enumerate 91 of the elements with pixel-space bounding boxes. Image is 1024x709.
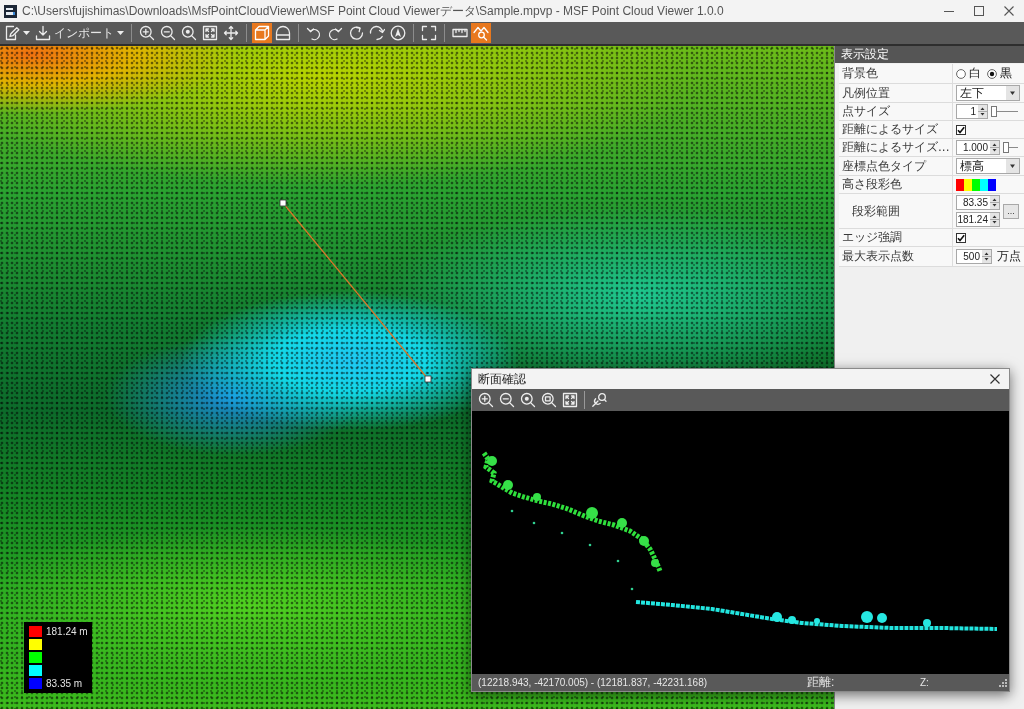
pan-button[interactable]	[221, 23, 241, 43]
zoom-button[interactable]	[179, 23, 199, 43]
zoom-out-button[interactable]	[158, 23, 178, 43]
dome-icon	[275, 25, 291, 41]
box-view-button[interactable]	[252, 23, 272, 43]
spin-arrows-icon[interactable]	[990, 213, 999, 226]
download-icon	[35, 25, 51, 41]
range-button[interactable]: ...	[1003, 203, 1019, 219]
property-label: 段彩範囲	[839, 194, 953, 229]
window-title: C:\Users\fujishimas\Downloads\MsfPointCloudViewer\MSF Point Cloud Viewerデータ\Sample.mpvp - MSF Point Cloud Viewer 1.0.0	[22, 2, 725, 20]
legend-label: 83.35 m	[46, 678, 83, 689]
property-label: 座標点色タイプ	[839, 157, 953, 176]
property-label: 距離によるサイズ	[839, 121, 953, 139]
slider-thumb[interactable]	[1003, 142, 1009, 153]
zoom-out-button[interactable]	[497, 390, 517, 410]
number-field[interactable]: 1.000	[956, 140, 1000, 155]
spin-arrows-icon[interactable]	[978, 105, 987, 118]
cube-icon	[254, 25, 270, 41]
rotate-right-icon	[327, 25, 343, 41]
caret-icon	[117, 31, 124, 35]
spin-arrows-icon[interactable]	[990, 141, 999, 154]
zoom-icon	[520, 392, 536, 408]
property-label: 凡例位置	[839, 84, 953, 103]
wrench-search-icon	[591, 392, 607, 408]
edit-icon	[4, 25, 20, 41]
property-label: 距離によるサイズ...	[839, 139, 953, 157]
panel-title: 表示設定	[835, 46, 1024, 63]
number-field[interactable]: 500	[956, 249, 992, 264]
checkbox[interactable]	[956, 124, 966, 135]
number-field[interactable]: 1	[956, 104, 988, 119]
property-label: 高さ段彩色	[839, 176, 953, 194]
close-icon	[1004, 6, 1014, 16]
measure-handle[interactable]	[279, 199, 287, 207]
number-field[interactable]: 181.24	[956, 212, 1000, 227]
spin-arrows-icon[interactable]	[990, 196, 999, 209]
dropdown[interactable]: 左下	[956, 85, 1020, 101]
zoom-out-icon	[499, 392, 515, 408]
fit-button[interactable]	[560, 390, 580, 410]
radio-label[interactable]: 白	[969, 65, 981, 82]
fit-button[interactable]	[200, 23, 220, 43]
window-title: 断面確認	[477, 370, 527, 388]
property-label: エッジ強調	[839, 229, 953, 247]
property-label: 背景色	[839, 64, 953, 84]
slider-track[interactable]	[1003, 142, 1018, 153]
measure-handle[interactable]	[424, 375, 432, 383]
close-icon	[990, 374, 1000, 384]
zoom-button[interactable]	[518, 390, 538, 410]
north-button[interactable]	[388, 23, 408, 43]
fullscreen-icon	[421, 25, 437, 41]
profile-settings-button[interactable]	[589, 390, 609, 410]
section-view-button[interactable]	[273, 23, 293, 43]
zoom-window-button[interactable]	[539, 390, 559, 410]
number-field[interactable]: 83.35	[956, 195, 1000, 210]
radio-button[interactable]	[956, 68, 966, 79]
property-label: 最大表示点数	[839, 247, 953, 267]
zoom-in-button[interactable]	[476, 390, 496, 410]
slider-track[interactable]	[991, 106, 1018, 117]
coordinates-text: (12218.943, -42170.005) - (12181.837, -42231.168)	[478, 677, 709, 688]
property-label: 点サイズ	[839, 103, 953, 121]
caret-icon	[23, 31, 30, 35]
fullscreen-button[interactable]	[419, 23, 439, 43]
slider-thumb[interactable]	[991, 106, 997, 117]
radio-label[interactable]: 黒	[1000, 65, 1012, 82]
z-label: Z:	[920, 677, 930, 688]
circular-arrow-icon	[348, 25, 364, 41]
import-menu-button[interactable]: インポート	[33, 23, 126, 43]
rotate-left-icon	[306, 25, 322, 41]
legend-label: 181.24 m	[46, 626, 88, 637]
dropdown[interactable]: 標高	[956, 158, 1020, 174]
zoom-in-button[interactable]	[137, 23, 157, 43]
zoom-in-icon	[478, 392, 494, 408]
zoom-out-icon	[160, 25, 176, 41]
profile-button[interactable]	[471, 23, 491, 43]
move-icon	[223, 25, 239, 41]
zoom-in-icon	[139, 25, 155, 41]
rotate-cw-button[interactable]	[367, 23, 387, 43]
spin-arrows-icon[interactable]	[982, 250, 991, 263]
zoom-icon	[181, 25, 197, 41]
distance-label: 距離:	[807, 674, 836, 691]
radio-button[interactable]	[987, 68, 997, 79]
terrain-search-icon	[473, 25, 489, 41]
curved-arrow-icon	[369, 25, 385, 41]
checkbox[interactable]	[956, 232, 966, 243]
fit-icon	[562, 392, 578, 408]
zoom-window-icon	[541, 392, 557, 408]
resize-grip-icon[interactable]	[999, 678, 1007, 687]
unit-label: 万点	[997, 248, 1021, 265]
minimize-icon	[944, 10, 954, 12]
fit-icon	[202, 25, 218, 41]
app-icon	[4, 4, 17, 18]
maximize-icon	[974, 6, 984, 16]
